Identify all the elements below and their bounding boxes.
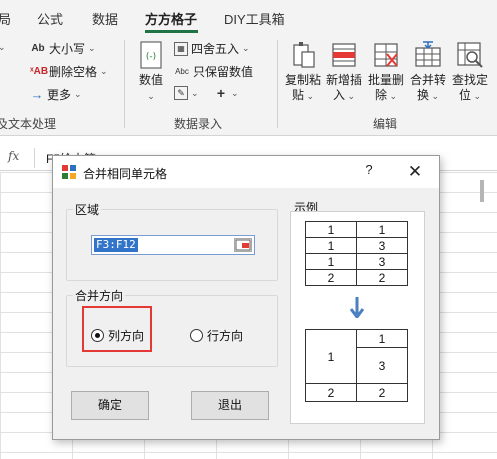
merge-convert-icon	[415, 41, 441, 67]
range-picker-icon	[235, 239, 251, 251]
group-separator	[124, 40, 125, 128]
radio-checked-icon	[91, 329, 104, 342]
chevron-down-icon: ⌄	[74, 89, 82, 99]
numeric-button[interactable]: (-) 数值 ⌄	[131, 40, 171, 104]
numeric-icon: (-)	[140, 41, 162, 69]
tab-fangfang[interactable]: 方方格子	[145, 9, 197, 28]
example-cell: 3	[356, 253, 408, 270]
example-merged-cell: 1	[305, 329, 357, 384]
merge-convert-button[interactable]: 合并转 换 ⌄	[408, 40, 448, 104]
find-locate-icon	[457, 42, 483, 68]
example-cell: 2	[356, 269, 408, 286]
batch-delete-icon	[374, 43, 398, 67]
range-input[interactable]: F3:F12	[91, 235, 255, 255]
example-cell: 1	[305, 221, 357, 238]
find-locate-button[interactable]: 查找定 位 ⌄	[450, 40, 490, 104]
help-button[interactable]: ?	[361, 162, 377, 182]
chevron-down-icon: ⌄	[100, 66, 108, 76]
dialog-title-bar[interactable]: 合并相同单元格 ? ✕	[53, 156, 439, 188]
example-cell: 2	[305, 383, 357, 402]
case-button-caret-left: ⌄	[0, 42, 6, 52]
example-cell: 3	[356, 237, 408, 254]
edit-icon: ✎	[174, 86, 188, 100]
copy-paste-button[interactable]: 复制粘 贴 ⌄	[283, 40, 323, 104]
insert-button[interactable]: 新增插 入 ⌄	[324, 40, 364, 104]
dialog-title: 合并相同单元格	[83, 167, 168, 181]
chevron-down-icon: ⌄	[231, 87, 239, 98]
group-label-edit: 编辑	[373, 117, 398, 131]
example-before-table: 11 13 13 22	[305, 221, 408, 286]
tab-layout[interactable]: 局	[0, 9, 11, 28]
delete-space-icon: ˣAB	[30, 65, 49, 77]
exit-button[interactable]: 退出	[191, 391, 269, 420]
ok-button[interactable]: 确定	[71, 391, 149, 420]
radio-row-direction[interactable]: 行方向	[190, 327, 243, 344]
example-cell: 1	[305, 253, 357, 270]
ribbon: 局 公式 数据 方方格子 DIY工具箱 ⌄ Ab 大小写 ⌄ ˣAB 删除空格 …	[0, 0, 497, 136]
merge-same-cells-dialog: 合并相同单元格 ? ✕ 区域 F3:F12 合并方向 列方向 行方向 确定 退出…	[52, 155, 440, 440]
active-tab-indicator	[145, 30, 198, 33]
tab-diy-toolbox[interactable]: DIY工具箱	[224, 9, 285, 28]
formula-bar-divider	[34, 148, 35, 168]
round-icon: ▦	[174, 41, 188, 56]
copy-paste-icon	[293, 42, 315, 68]
chevron-down-icon: ⌄	[242, 43, 250, 53]
group-label-number: 数据录入	[174, 117, 223, 131]
chevron-down-icon: ⌄	[88, 43, 96, 53]
range-value: F3:F12	[94, 238, 138, 252]
svg-text:(-): (-)	[146, 52, 156, 62]
tab-formulas[interactable]: 公式	[37, 9, 63, 28]
keep-number-icon: Abc	[175, 66, 189, 76]
app-icon	[62, 165, 76, 179]
close-button[interactable]: ✕	[403, 160, 427, 184]
radio-unchecked-icon	[190, 329, 203, 342]
example-cell: 2	[305, 269, 357, 286]
edit-button[interactable]: ✎ ⌄	[174, 86, 199, 100]
chevron-down-icon: ⌄	[147, 91, 155, 101]
arrow-down-icon	[350, 297, 364, 318]
example-cell: 3	[356, 347, 408, 384]
group-separator	[277, 40, 278, 128]
direction-legend: 合并方向	[73, 287, 126, 304]
column-resize-handle[interactable]	[480, 180, 484, 202]
plus-icon: +	[216, 85, 226, 101]
tab-data[interactable]: 数据	[92, 9, 118, 28]
example-after-table: 1 1 3 22	[305, 329, 408, 402]
chevron-down-icon: ⌄	[191, 87, 199, 98]
example-cell: 1	[356, 221, 408, 238]
example-cell: 2	[356, 383, 408, 402]
batch-delete-button[interactable]: 批量删 除 ⌄	[366, 40, 406, 104]
arrow-right-icon: →	[30, 86, 44, 102]
insert-icon	[332, 43, 356, 67]
more-button[interactable]: → 更多 ⌄	[30, 86, 82, 103]
fx-icon[interactable]: fx	[8, 149, 19, 163]
delete-space-button[interactable]: ˣAB 删除空格 ⌄	[30, 63, 108, 80]
example-preview: 11 13 13 22 1 1 3 22	[290, 211, 425, 424]
case-button[interactable]: Ab 大小写 ⌄	[30, 40, 96, 57]
plus-button[interactable]: + ⌄	[214, 86, 239, 100]
letter-case-icon: Ab	[31, 42, 45, 54]
example-cell: 1	[356, 329, 408, 348]
range-picker-button[interactable]	[234, 238, 252, 252]
ribbon-tabs: 局 公式 数据 方方格子 DIY工具箱	[0, 0, 497, 34]
round-button[interactable]: ▦ 四舍五入 ⌄	[174, 40, 250, 57]
region-legend: 区域	[73, 201, 102, 218]
group-label-text: 及文本处理	[0, 117, 57, 131]
example-cell: 1	[305, 237, 357, 254]
radio-column-direction[interactable]: 列方向	[91, 327, 144, 344]
keep-number-button[interactable]: Abc 只保留数值	[174, 63, 253, 80]
